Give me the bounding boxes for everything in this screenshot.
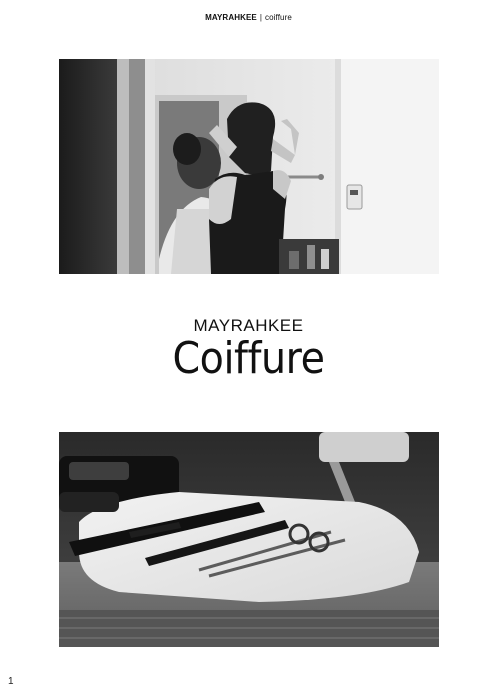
header-separator: | bbox=[259, 13, 263, 22]
running-header: MAYRAHKEE | coiffure bbox=[0, 13, 497, 23]
title-coiffure: Coiffure bbox=[172, 333, 325, 384]
header-brand: MAYRAHKEE bbox=[205, 13, 257, 22]
title-block: MAYRAHKEE Coiffure bbox=[0, 316, 497, 382]
photo-hair-tools bbox=[59, 432, 439, 647]
page-number: 1 bbox=[8, 676, 14, 687]
header-subtitle: coiffure bbox=[265, 13, 292, 22]
photo-stylist-client bbox=[59, 59, 439, 274]
